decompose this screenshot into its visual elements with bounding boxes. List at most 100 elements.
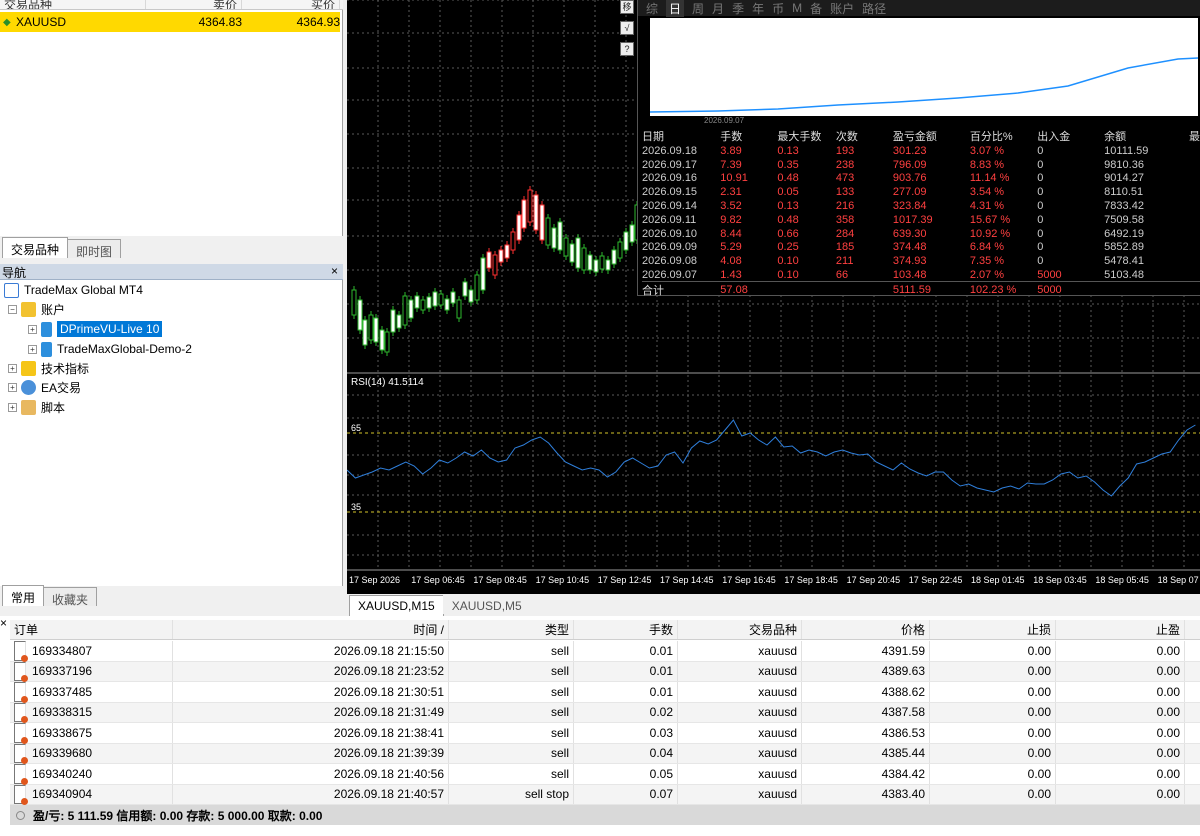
order-row[interactable]: 169340240 2026.09.18 21:40:56 sell 0.05 xauu… [10, 764, 1200, 785]
stats-row: 2026.09.16 10.91 0.48 473 903.76 11.14 % 0 9014… [642, 172, 1200, 186]
column-stop-loss[interactable]: 止损 [930, 620, 1056, 639]
close-icon[interactable]: × [331, 264, 338, 278]
order-row[interactable]: 169338675 2026.09.18 21:38:41 sell 0.03 xauu… [10, 723, 1200, 744]
stats-cell: 2026.09.11 [642, 213, 697, 226]
tree-accounts[interactable]: − 账户 [8, 300, 65, 318]
tree-scripts[interactable]: + 脚本 [8, 398, 65, 416]
period-tab[interactable]: 路径 [862, 0, 886, 17]
stats-cell: 2.07 % [969, 268, 1005, 281]
stats-cell: 0 [1037, 158, 1044, 171]
stats-row: 2026.09.18 3.89 0.13 193 301.23 3.07 % 0 10111.… [642, 144, 1200, 158]
column-symbol[interactable]: 交易品种 [678, 620, 802, 639]
order-cell: 2026.09.18 21:38:41 [173, 723, 449, 743]
stats-cell: 7833.42 [1104, 200, 1144, 213]
candle-body [557, 221, 563, 251]
column-price[interactable]: 价格 [802, 620, 930, 639]
sell-order-icon [14, 784, 28, 805]
order-row[interactable]: 169339680 2026.09.18 21:39:39 sell 0.04 xauu… [10, 743, 1200, 764]
candle-body [373, 317, 379, 343]
time-label: 18 Sep 07 [1158, 575, 1199, 585]
tree-indicators[interactable]: + 技术指标 [8, 359, 89, 377]
time-label: 17 Sep 18:45 [784, 575, 838, 585]
expand-icon[interactable]: + [28, 324, 37, 334]
order-row[interactable]: 169337485 2026.09.18 21:30:51 sell 0.01 xauu… [10, 682, 1200, 703]
candle-body [563, 237, 569, 257]
order-cell: xauusd [678, 784, 802, 804]
period-tab[interactable]: 综 [646, 0, 658, 17]
column-lots[interactable]: 手数 [574, 620, 678, 639]
order-row[interactable]: 169334807 2026.09.18 21:15:50 sell 0.01 xauu… [10, 641, 1200, 662]
candle-body [617, 241, 623, 259]
candle-body [444, 298, 450, 311]
order-cell: 0.00 [930, 764, 1056, 784]
stats-cell: 3.07 % [969, 144, 1005, 157]
tab-tick-chart[interactable]: 即时图 [67, 239, 122, 259]
column-take-profit[interactable]: 止盈 [1056, 620, 1185, 639]
stats-cell: 66 [835, 268, 849, 281]
tab-xauusd-m15[interactable]: XAUUSD,M15 [349, 595, 444, 616]
column-bid[interactable]: 卖价 [146, 0, 242, 9]
period-tab[interactable]: 季 [732, 0, 744, 17]
period-tab[interactable]: 日 [666, 0, 685, 17]
tab-symbols[interactable]: 交易品种 [2, 237, 69, 258]
order-row[interactable]: 169338315 2026.09.18 21:31:49 sell 0.02 xauu… [10, 702, 1200, 723]
column-ask[interactable]: 买价 [242, 0, 340, 9]
close-icon[interactable]: × [0, 616, 7, 630]
curve-background [650, 18, 1198, 116]
terminal-icon [4, 282, 19, 298]
chart-tabs: XAUUSD,M15 XAUUSD,M5 [347, 594, 1200, 616]
expand-icon[interactable]: + [8, 363, 17, 373]
period-tab[interactable]: M [792, 1, 802, 15]
expand-icon[interactable]: + [8, 382, 17, 392]
order-cell: 0.00 [930, 682, 1056, 702]
tab-favorites[interactable]: 收藏夹 [43, 587, 98, 607]
order-cell: 0.00 [1056, 764, 1185, 784]
symbol-row[interactable]: ◆ XAUUSD 4364.83 4364.93 [0, 12, 340, 32]
help-icon[interactable]: ? [620, 42, 634, 56]
order-cell: sell [449, 682, 574, 702]
period-tab[interactable]: 周 [692, 0, 704, 17]
tree-account-demo[interactable]: + TradeMaxGlobal-Demo-2 [28, 340, 192, 358]
stats-row: 2026.09.17 7.39 0.35 238 796.09 8.83 % 0 9810.3… [642, 158, 1200, 172]
stats-cell: 5111.59 [892, 284, 931, 297]
order-row[interactable]: 169340904 2026.09.18 21:40:57 sell stop 0.0… [10, 784, 1200, 805]
stats-cell: 11.14 % [969, 172, 1010, 185]
stats-cell: 216 [835, 200, 855, 213]
time-label: 17 Sep 10:45 [536, 575, 590, 585]
move-icon[interactable]: 移 [620, 0, 634, 14]
expand-icon[interactable]: + [8, 402, 17, 412]
column-time[interactable]: 时间 / [173, 620, 449, 639]
order-row[interactable]: 169337196 2026.09.18 21:23:52 sell 0.01 xauu… [10, 661, 1200, 682]
period-tab[interactable]: 币 [772, 0, 784, 17]
candle-body [504, 244, 510, 259]
ea-icon [21, 379, 36, 395]
stats-cell: 3.54 % [969, 186, 1005, 199]
column-symbol[interactable]: 交易品种 [0, 0, 146, 9]
tree-account-live[interactable]: + DPrimeVU-Live 10 [28, 320, 163, 338]
column-type[interactable]: 类型 [449, 620, 574, 639]
tree-ea[interactable]: + EA交易 [8, 378, 81, 396]
period-tab[interactable]: 备 [810, 0, 822, 17]
daily-stats-table: 日期 手数 最大手数 次数 盈亏金额 百分比% 出入金 余额 最 2026.09.18 3.89 0… [642, 128, 1200, 298]
column-order[interactable]: 订单 [10, 620, 173, 639]
tab-common[interactable]: 常用 [2, 585, 45, 606]
stats-cell: 0.05 [777, 186, 799, 199]
period-tab[interactable]: 年 [752, 0, 764, 17]
order-cell: 0.00 [930, 661, 1056, 681]
tree-root-label: TradeMax Global MT4 [24, 283, 143, 297]
order-cell: 4385.44 [802, 743, 930, 763]
candle-body [474, 274, 480, 301]
tree-root[interactable]: TradeMax Global MT4 [4, 281, 143, 299]
stats-column-header: 百分比% [969, 131, 1013, 143]
indicators-icon [21, 360, 36, 376]
candle-body [390, 309, 396, 333]
check-icon[interactable]: √ [620, 21, 634, 35]
period-tab[interactable]: 月 [712, 0, 724, 17]
period-tab[interactable]: 账户 [830, 0, 854, 17]
tab-xauusd-m5[interactable]: XAUUSD,M5 [442, 595, 531, 614]
expand-icon[interactable]: + [28, 344, 37, 354]
collapse-icon[interactable]: − [8, 304, 17, 314]
candle-body [527, 189, 533, 223]
time-label: 17 Sep 20:45 [847, 575, 901, 585]
order-cell: 2026.09.18 21:40:57 [173, 784, 449, 804]
